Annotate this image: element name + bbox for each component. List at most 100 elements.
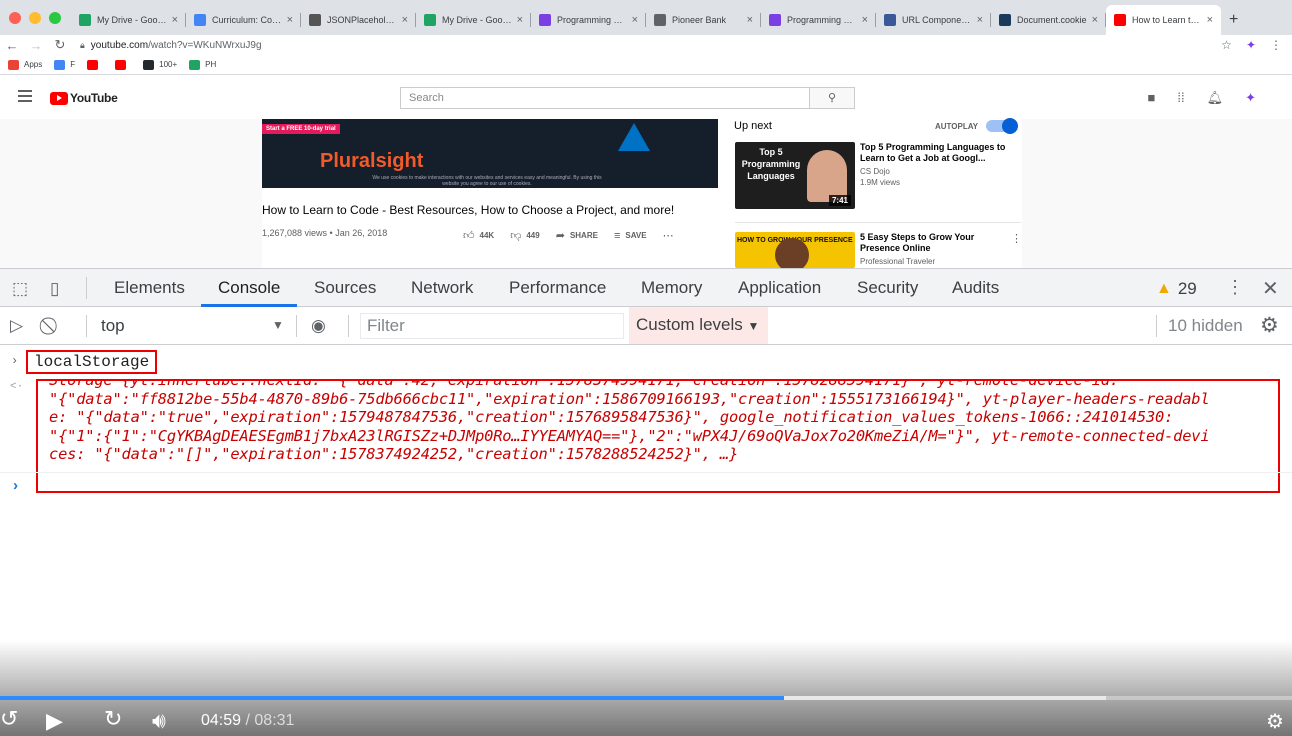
bookmark-item[interactable]: Apps [8,59,42,70]
warnings-counter[interactable]: ▲ 29 [1156,279,1197,299]
forward-10-icon[interactable]: ↻ [104,706,122,732]
video-thumbnail[interactable]: Top 5 Programming Languages 7:41 [735,142,855,209]
address-bar[interactable]: youtube.com/watch?v=WKuNWrxuJ9g [91,40,1221,51]
devtools-tab-audits[interactable]: Audits [952,278,999,298]
devtools-tab-memory[interactable]: Memory [641,278,702,298]
console-prompt-caret-icon[interactable]: › [11,478,20,495]
dropdown-arrow-icon: ▼ [747,319,760,333]
hidden-messages-count[interactable]: 10 hidden [1168,316,1243,336]
maximize-window-button[interactable] [49,11,61,24]
back-arrow-icon[interactable]: ← [0,38,24,53]
devtools-tab-elements[interactable]: Elements [114,278,185,298]
new-tab-button[interactable]: + [1221,11,1246,35]
bookmark-item[interactable]: 100+ [143,59,177,70]
browser-tab[interactable]: Document.cookie × [991,5,1106,35]
card-title[interactable]: Top 5 Programming Languages to Learn to … [860,142,1010,164]
console-settings-gear-icon[interactable]: ⚙ [1260,313,1279,338]
card-title[interactable]: 5 Easy Steps to Grow Your Presence Onlin… [860,232,1010,254]
channel-name[interactable]: Professional Traveler [860,257,1010,266]
video-player[interactable]: Start a FREE 10-day trial Pluralsight We… [262,119,718,188]
browser-tab[interactable]: How to Learn to C × [1106,5,1221,35]
reload-icon[interactable]: ↻ [48,37,72,53]
devtools-tab-console[interactable]: Console [218,278,280,298]
close-tab-icon[interactable]: × [517,14,523,26]
docs-icon [194,14,206,26]
playlist-add-icon: ≡ [613,229,621,242]
video-thumbnail[interactable]: HOW TO GROW YOUR PRESENCE [735,232,855,268]
settings-gear-icon[interactable]: ⚙ [1266,709,1284,734]
close-tab-icon[interactable]: × [402,14,408,26]
lock-icon[interactable]: 🔒︎ [80,40,85,51]
youtube-logo[interactable]: YouTube [50,91,118,105]
replay-10-icon[interactable]: ↺ [0,706,18,732]
logo-text: YouTube [70,91,118,105]
progress-bar[interactable] [0,696,1292,700]
devtools-tab-security[interactable]: Security [857,278,918,298]
browser-tab[interactable]: My Drive - Google × [71,5,186,35]
minimize-window-button[interactable] [29,11,41,24]
close-tab-icon[interactable]: × [1207,14,1213,26]
browser-menu-icon[interactable]: ⋮ [1270,38,1282,52]
close-tab-icon[interactable]: × [287,14,293,26]
browser-tab[interactable]: Programming Hero × [531,5,646,35]
extension-icon[interactable]: ✦ [1246,38,1256,52]
volume-icon[interactable]: 🔊︎ [152,708,166,734]
console-command[interactable]: localStorage [26,350,158,374]
bookmark-item[interactable] [87,59,103,70]
close-tab-icon[interactable]: × [172,14,178,26]
bookmark-star-icon[interactable]: ☆ [1221,38,1232,52]
devtools-tab-network[interactable]: Network [411,278,473,298]
card-menu-icon[interactable]: ⋮ [1011,232,1022,245]
sidebar-toggle-icon[interactable]: ▷ [10,316,23,336]
menu-icon[interactable] [18,90,32,102]
browser-tab[interactable]: URL Components × [876,5,991,35]
bookmark-icon [115,59,127,70]
close-tab-icon[interactable]: × [977,14,983,26]
context-selector[interactable]: top [101,316,125,336]
dislike-button[interactable]: 👎︎ 449 [510,229,540,242]
browser-tab[interactable]: My Drive - Google × [416,5,531,35]
close-devtools-icon[interactable]: ✕ [1262,276,1279,301]
account-avatar[interactable]: ✦ [1245,90,1256,106]
browser-tab[interactable]: Programming Hero × [761,5,876,35]
devtools-tab-sources[interactable]: Sources [314,278,376,298]
forward-arrow-icon[interactable]: → [24,38,48,53]
search-input[interactable]: Search [400,87,810,109]
save-button[interactable]: ≡ SAVE [614,230,647,242]
create-video-icon[interactable]: ■ [1147,90,1155,106]
notifications-bell-icon[interactable]: 🔔︎ [1207,90,1224,106]
channel-name[interactable]: CS Dojo [860,167,1010,176]
devtools-tab-application[interactable]: Application [738,278,821,298]
share-button[interactable]: ➦ SHARE [556,229,598,242]
device-toolbar-icon[interactable]: ▯ [50,279,59,299]
close-tab-icon[interactable]: × [747,14,753,26]
search-button[interactable]: ⚲ [809,87,855,109]
storage-result[interactable]: Storage {yt.innertube::nextId: "{"data":… [36,379,1280,493]
log-levels-dropdown[interactable]: Custom levels ▼ [629,307,768,344]
browser-tab[interactable]: JSONPlaceholder × [301,5,416,35]
browser-tab[interactable]: Curriculum: Comp × [186,5,301,35]
more-actions-icon[interactable]: ⋯ [663,229,674,242]
close-tab-icon[interactable]: × [632,14,638,26]
inspect-element-icon[interactable]: ⬚ [12,279,28,299]
ad-trial-badge[interactable]: Start a FREE 10-day trial [262,124,340,134]
bookmark-item[interactable] [115,59,131,70]
close-tab-icon[interactable]: × [1092,14,1098,26]
console-filter-input[interactable]: Filter [360,313,624,339]
devtools-tab-performance[interactable]: Performance [509,278,606,298]
dropdown-arrow-icon[interactable]: ▼ [272,318,284,332]
tab-title: Programming Hero [557,15,628,25]
browser-tab[interactable]: Pioneer Bank × [646,5,761,35]
bookmark-item[interactable]: F [54,59,75,70]
console-toolbar: ▷ ⃠ top ▼ ◉ Filter Custom levels ▼ 10 hi… [0,307,1292,345]
live-expression-eye-icon[interactable]: ◉ [311,316,326,336]
close-tab-icon[interactable]: × [862,14,868,26]
bookmark-item[interactable]: PH [189,59,216,70]
play-icon[interactable]: ▶ [46,708,63,734]
autoplay-toggle[interactable] [986,118,1018,134]
devtools-menu-icon[interactable]: ⋮ [1226,277,1244,298]
apps-grid-icon[interactable]: ⁞⁞ [1177,90,1184,106]
close-window-button[interactable] [9,11,21,24]
like-button[interactable]: 👍︎ 44K [463,229,494,242]
current-time: 04:59 [201,712,242,729]
